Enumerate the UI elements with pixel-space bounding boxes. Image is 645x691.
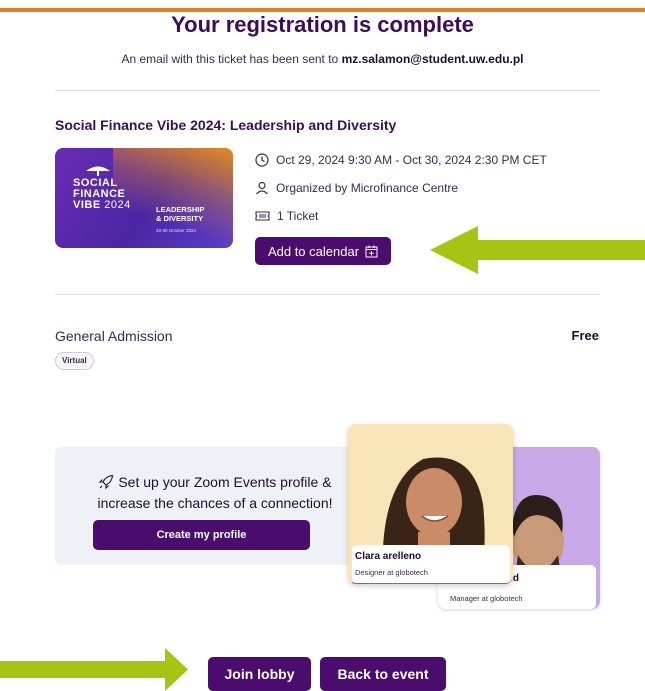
calendar-add-icon <box>365 245 378 257</box>
add-to-calendar-button[interactable]: Add to calendar <box>255 237 391 265</box>
clock-icon <box>255 153 269 167</box>
profile-card-designer-label: Clara arelleno Designer at globotech <box>352 545 510 584</box>
event-banner-dates: 29-30 October 2024 <box>156 228 197 233</box>
divider <box>55 90 600 91</box>
divider <box>55 294 600 295</box>
virtual-badge: Virtual <box>55 352 94 370</box>
event-name: Social Finance Vibe 2024: Leadership and… <box>55 117 397 133</box>
tree-logo-icon <box>86 166 110 176</box>
ticket-icon <box>255 211 270 221</box>
rocket-icon <box>99 474 114 490</box>
email-notice: An email with this ticket has been sent … <box>0 52 645 66</box>
person-icon <box>256 181 268 195</box>
profile-card-designer: Clara arelleno Designer at globotech <box>348 424 513 584</box>
event-banner-tagline: LEADERSHIP & DIVERSITY <box>156 205 205 223</box>
ticket-price: Free <box>571 328 599 343</box>
event-banner-image: SOCIAL FINANCE VIBE 2024 LEADERSHIP & DI… <box>55 148 233 248</box>
event-banner-logo: SOCIAL FINANCE VIBE 2024 <box>73 177 131 211</box>
ticket-count: 1 Ticket <box>255 209 318 223</box>
event-organizer: Organized by Microfinance Centre <box>255 181 458 195</box>
back-to-event-button[interactable]: Back to event <box>320 657 446 691</box>
promo-text: Set up your Zoom Events profile & increa… <box>97 474 333 511</box>
event-datetime: Oct 29, 2024 9:30 AM - Oct 30, 2024 2:30… <box>255 153 547 167</box>
email-notice-prefix: An email with this ticket has been sent … <box>121 52 339 66</box>
email-address: mz.salamon@student.uw.edu.pl <box>341 52 524 66</box>
create-profile-button[interactable]: Create my profile <box>93 520 310 550</box>
arrow-left-icon <box>430 226 645 274</box>
arrow-right-icon <box>0 648 188 691</box>
ticket-type: General Admission <box>55 328 173 344</box>
page-title: Your registration is complete <box>171 12 474 37</box>
join-lobby-button[interactable]: Join lobby <box>208 657 311 691</box>
